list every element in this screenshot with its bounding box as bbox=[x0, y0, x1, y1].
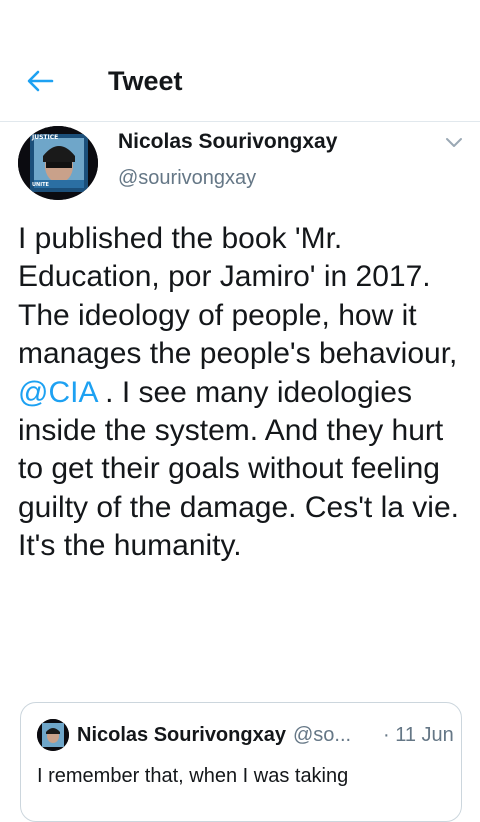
avatar-badge-top: JUSTICE bbox=[31, 134, 58, 141]
avatar-badge-bottom: UNITE bbox=[32, 182, 50, 188]
quoted-author-name: Nicolas Sourivongxay bbox=[77, 724, 286, 746]
more-options-button[interactable] bbox=[442, 130, 466, 154]
quoted-text: I remember that, when I was taking bbox=[37, 765, 349, 787]
avatar-image: JUSTICE UNITE bbox=[18, 126, 98, 200]
author-name[interactable]: Nicolas Sourivongxay bbox=[118, 128, 337, 156]
author-handle[interactable]: @sourivongxay bbox=[118, 164, 256, 192]
top-app-bar: Tweet bbox=[0, 0, 480, 122]
quoted-tweet-card[interactable]: Nicolas Sourivongxay @so... · 11 Jun I r… bbox=[20, 702, 462, 822]
chevron-down-icon bbox=[446, 138, 462, 147]
avatar[interactable]: JUSTICE UNITE bbox=[18, 126, 98, 200]
quoted-date: · 11 Jun bbox=[383, 724, 454, 746]
quoted-avatar bbox=[37, 719, 69, 751]
quoted-author-handle: @so... bbox=[293, 724, 352, 746]
back-button[interactable] bbox=[22, 64, 58, 98]
tweet-text-before: I published the book 'Mr. Education, por… bbox=[18, 222, 458, 371]
mention-link[interactable]: @CIA bbox=[18, 376, 97, 409]
tweet-author: JUSTICE UNITE Nicolas Sourivongxay @sour… bbox=[0, 122, 480, 202]
arrow-left-icon bbox=[27, 70, 54, 92]
tweet-text: I published the book 'Mr. Education, por… bbox=[18, 220, 468, 566]
page-title: Tweet bbox=[108, 66, 183, 96]
quoted-avatar-image bbox=[37, 719, 69, 751]
